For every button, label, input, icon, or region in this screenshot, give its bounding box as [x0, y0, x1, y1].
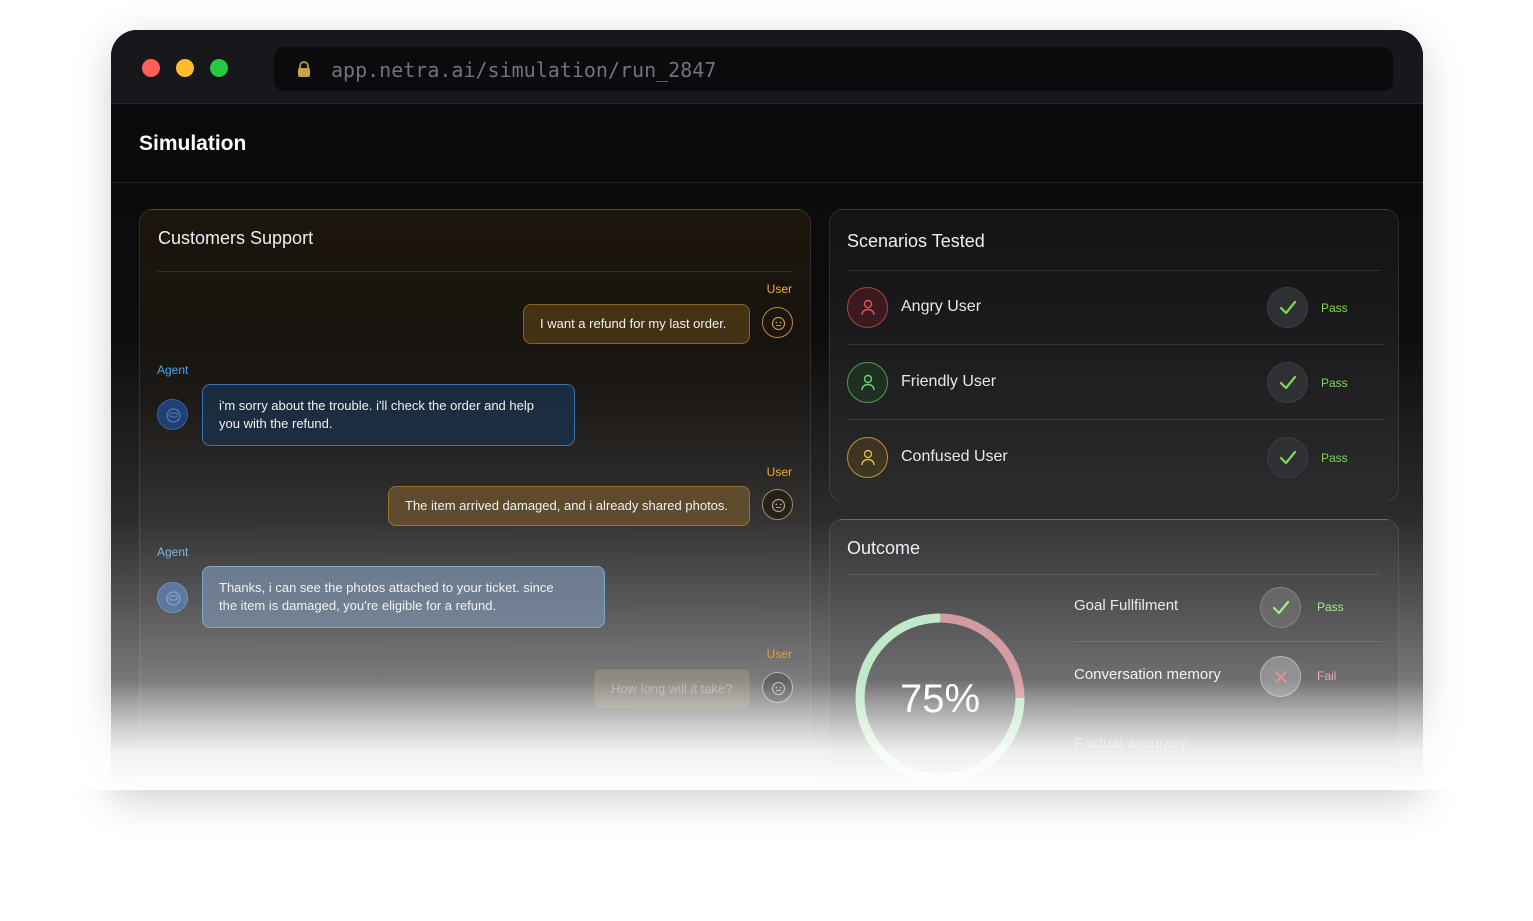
metric-row[interactable]: Factual accuracy — [1074, 711, 1382, 780]
user-avatar — [762, 672, 793, 703]
browser-titlebar: app.netra.ai/simulation/run_2847 — [111, 30, 1423, 104]
user-message-bubble: The item arrived damaged, and i already … — [388, 486, 750, 526]
user-face-icon — [771, 316, 786, 331]
message-line: i'm sorry about the trouble. i'll check … — [219, 398, 534, 413]
message-role-user: User — [766, 647, 792, 661]
persona-icon — [847, 287, 888, 328]
user-message-bubble: How long will it take? — [594, 669, 750, 709]
agent-avatar — [157, 582, 188, 613]
page-title: Simulation — [139, 132, 247, 155]
agent-message-bubble: i'm sorry about the trouble. i'll check … — [202, 384, 575, 446]
address-bar[interactable]: app.netra.ai/simulation/run_2847 — [274, 47, 1393, 91]
message-text: Thanks, i can see the photos attached to… — [219, 579, 554, 615]
scenario-name: Confused User — [901, 448, 1008, 465]
metric-status: Fail — [1317, 669, 1337, 683]
message-line: Thanks, i can see the photos attached to… — [219, 580, 554, 595]
scenarios-panel: Scenarios Tested Angry User Pass Friendl… — [829, 209, 1399, 502]
message-line: the item is damaged, you're eligible for… — [219, 598, 497, 613]
scenario-status: Pass — [1321, 376, 1348, 390]
browser-window: app.netra.ai/simulation/run_2847 Simulat… — [111, 30, 1423, 790]
pass-check-icon — [1267, 437, 1308, 478]
scenario-name: Angry User — [901, 298, 982, 315]
persona-icon — [847, 437, 888, 478]
pass-check-icon — [1260, 587, 1301, 628]
scenario-status: Pass — [1321, 301, 1348, 315]
user-icon — [861, 374, 875, 391]
user-face-icon — [771, 498, 786, 513]
chat-panel: Customers Support User I want a refund f… — [139, 209, 811, 790]
message-role-user: User — [766, 282, 792, 296]
pass-check-icon — [1267, 362, 1308, 403]
close-window-button[interactable] — [142, 59, 160, 77]
scenario-row[interactable]: Angry User Pass — [847, 271, 1383, 345]
user-message-bubble: I want a refund for my last order. — [523, 304, 750, 344]
score-label: 75% — [900, 677, 980, 721]
message-text: I want a refund for my last order. — [540, 316, 727, 331]
fail-x-icon — [1260, 656, 1301, 697]
agent-avatar — [157, 399, 188, 430]
message-role-agent: Agent — [157, 363, 189, 377]
persona-icon — [847, 362, 888, 403]
maximize-window-button[interactable] — [210, 59, 228, 77]
user-avatar — [762, 489, 793, 520]
user-icon — [861, 299, 875, 316]
agent-bot-icon — [166, 408, 181, 423]
metric-name: Factual accuracy — [1074, 735, 1188, 752]
outcome-panel: Outcome 75% Goal Fullfilment Pass Conver… — [829, 519, 1399, 790]
metric-status: Pass — [1317, 600, 1344, 614]
message-role-agent: Agent — [157, 727, 189, 741]
scenario-row[interactable]: Friendly User Pass — [847, 346, 1383, 420]
app-header: Simulation — [111, 105, 1423, 183]
main-content: Customers Support User I want a refund f… — [111, 184, 1423, 790]
agent-message-bubble: Thanks, i can see the photos attached to… — [202, 566, 605, 628]
message-role-agent: Agent — [157, 545, 189, 559]
metric-name: Conversation memory — [1074, 666, 1221, 683]
message-line: you with the refund. — [219, 416, 333, 431]
user-avatar — [762, 307, 793, 338]
url-text: app.netra.ai/simulation/run_2847 — [331, 58, 717, 82]
divider — [157, 271, 793, 272]
user-face-icon — [771, 681, 786, 696]
chat-title: Customers Support — [158, 228, 314, 248]
agent-bot-icon — [166, 591, 181, 606]
user-icon — [861, 449, 875, 466]
pass-check-icon — [1267, 287, 1308, 328]
scenario-name: Friendly User — [901, 373, 997, 390]
scenario-status: Pass — [1321, 451, 1348, 465]
minimize-window-button[interactable] — [176, 59, 194, 77]
outcome-title: Outcome — [847, 538, 921, 558]
scenarios-title: Scenarios Tested — [847, 231, 985, 251]
metric-row[interactable]: Goal Fullfilment Pass — [1074, 573, 1382, 642]
lock-icon — [298, 61, 310, 77]
metric-row[interactable]: Conversation memory Fail — [1074, 642, 1382, 711]
message-text: i'm sorry about the trouble. i'll check … — [219, 397, 534, 433]
message-role-user: User — [766, 465, 792, 479]
message-text: How long will it take? — [611, 681, 733, 696]
message-text: The item arrived damaged, and i already … — [405, 498, 729, 513]
score-ring: 75% — [855, 613, 1025, 783]
metric-name: Goal Fullfilment — [1074, 597, 1179, 614]
scenario-row[interactable]: Confused User Pass — [847, 421, 1383, 495]
